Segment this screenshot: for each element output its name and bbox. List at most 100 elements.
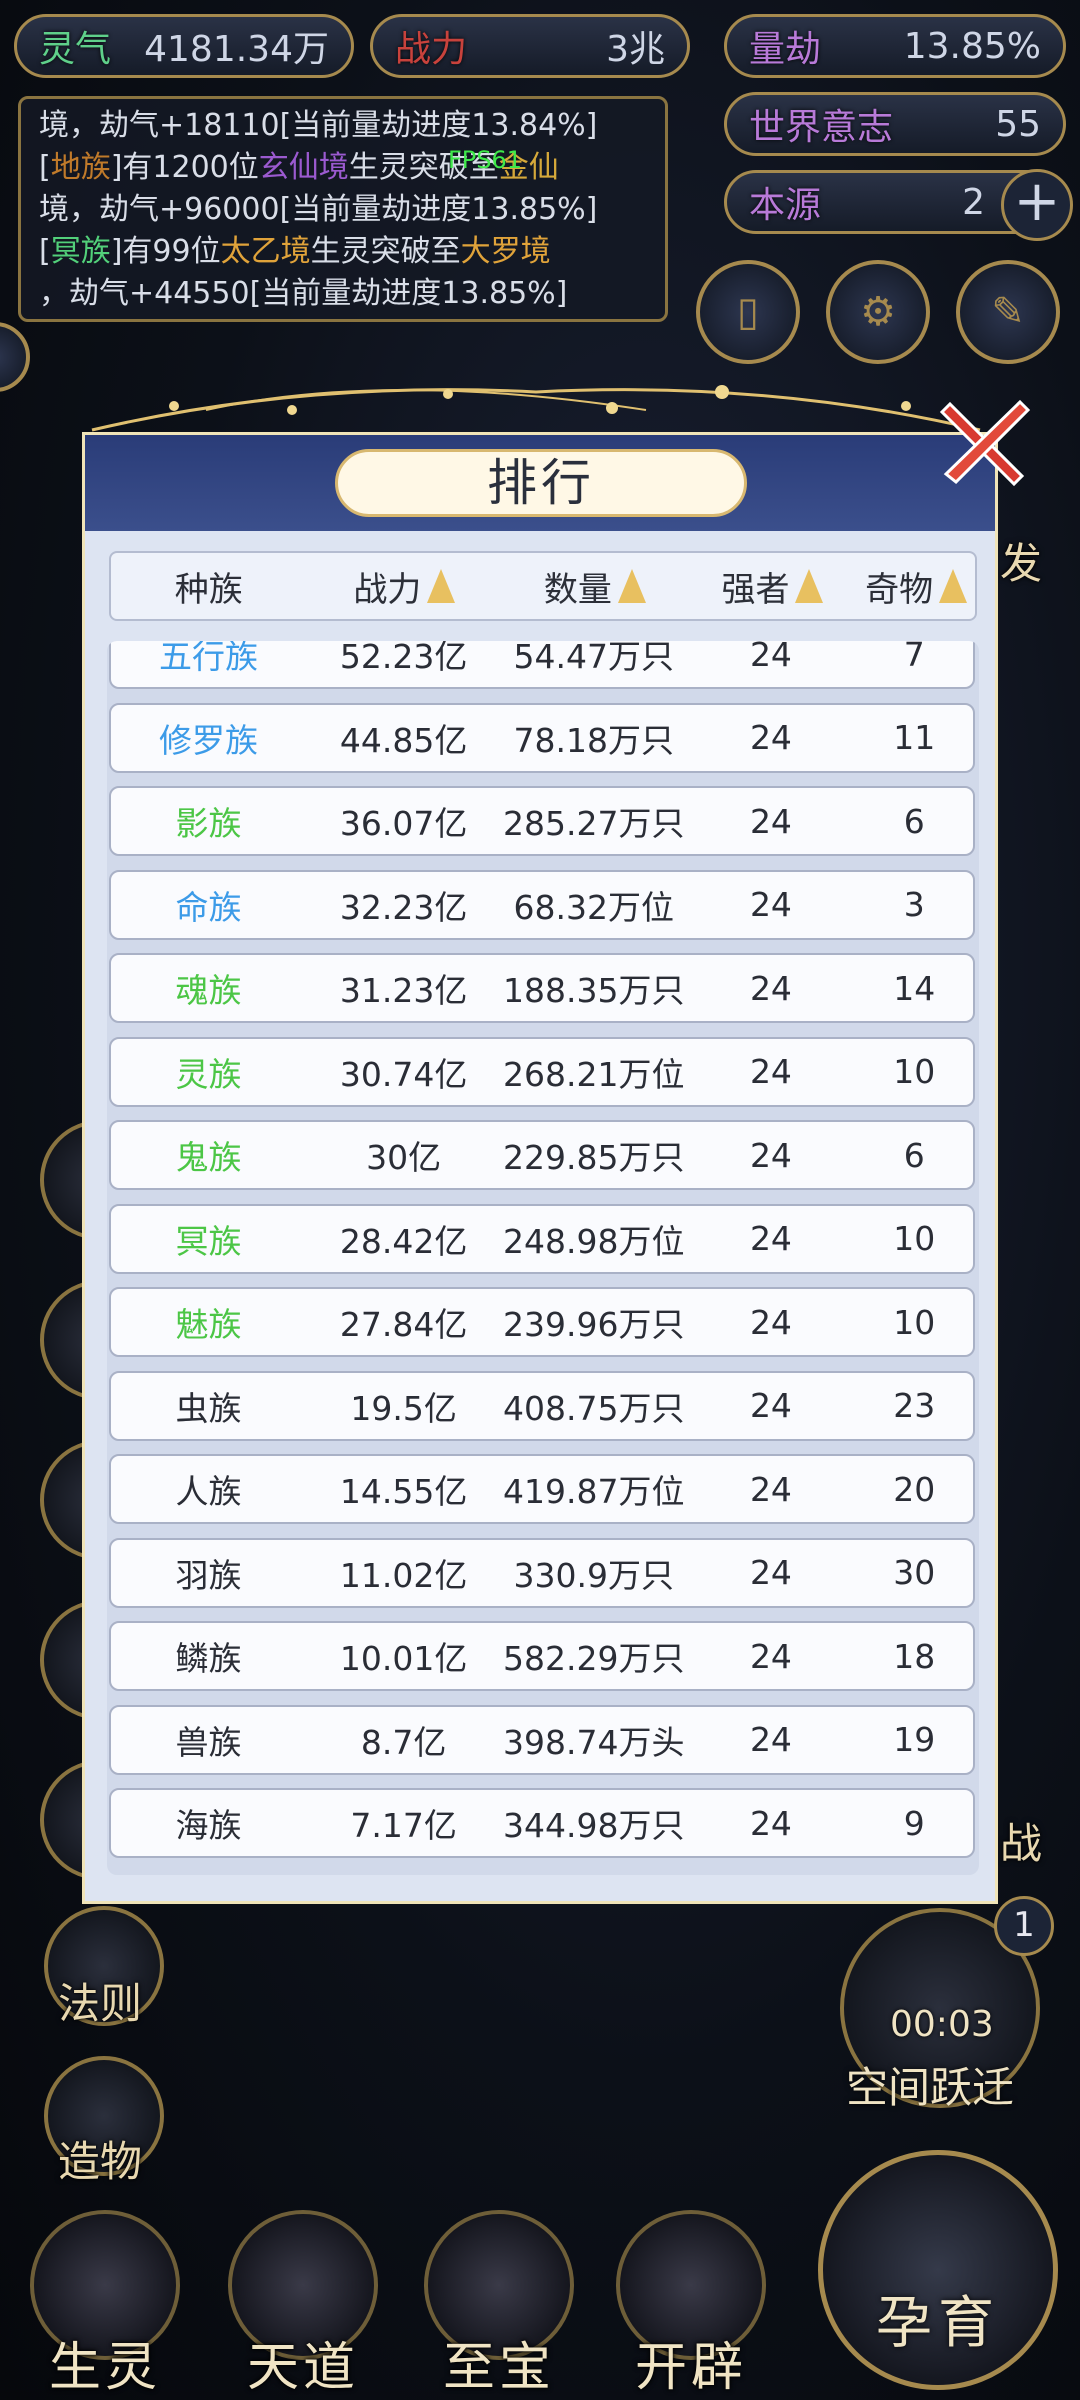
ranking-row[interactable]: 人族 14.55亿 419.87万位 24 20 xyxy=(109,1454,975,1524)
nav-zhibao[interactable]: 至宝 xyxy=(414,2210,584,2400)
nav-shengling[interactable]: 生灵 xyxy=(20,2210,190,2400)
race-name: 虫族 xyxy=(175,1388,242,1428)
shijie-stat: 世界意志 55 xyxy=(724,92,1066,156)
race-items: 19 xyxy=(893,1720,936,1759)
race-power: 27.84亿 xyxy=(339,1305,468,1344)
sort-arrow-icon xyxy=(939,569,968,603)
ranking-row[interactable]: 鳞族 10.01亿 582.29万只 24 18 xyxy=(109,1621,975,1691)
race-items: 6 xyxy=(903,1135,925,1175)
log-line: [冥族]有99位太乙境生灵突破至大罗境 xyxy=(39,234,551,269)
add-benyuan-button[interactable]: + xyxy=(1001,169,1073,241)
race-name: 灵族 xyxy=(175,1054,242,1094)
race-count: 344.98万只 xyxy=(503,1806,685,1845)
event-log: 境，劫气+18110[当前量劫进度13.84%] [地族]有1200位玄仙境生灵… xyxy=(18,96,668,322)
ranking-row[interactable]: 虫族 19.5亿 408.75万只 24 23 xyxy=(109,1370,975,1441)
race-strong: 24 xyxy=(749,1803,792,1843)
race-name: 鬼族 xyxy=(175,1138,242,1177)
log-line: 境，劫气+96000[当前量劫进度13.85%] xyxy=(39,192,598,227)
log-line: [地族]有1200位玄仙境生灵突破至金仙 xyxy=(39,150,559,185)
zhanli-label: 战力 xyxy=(395,29,468,70)
ranking-row[interactable]: 修罗族 44.85亿 78.18万只 24 11 xyxy=(109,702,975,773)
ranking-modal: 排行 种族 战力 数量 强者 奇物 五行族 52.23亿 54.47万只 24 7 修罗族… xyxy=(82,432,998,1904)
ranking-row[interactable]: 影族 36.07亿 285.27万只 24 6 xyxy=(109,786,975,856)
nurture-button[interactable]: 孕育 xyxy=(818,2150,1058,2390)
race-power: 44.85亿 xyxy=(339,720,468,760)
ranking-row[interactable]: 命族 32.23亿 68.32万位 24 3 xyxy=(109,869,975,940)
race-count: 229.85万只 xyxy=(503,1138,685,1177)
ranking-row[interactable]: 灵族 30.74亿 268.21万位 24 10 xyxy=(109,1036,975,1107)
scroll-icon[interactable]: ✎ xyxy=(956,260,1060,364)
race-count: 330.9万只 xyxy=(513,1555,674,1595)
nav-label: 天道 xyxy=(246,2338,359,2398)
space-jump-label[interactable]: 空间跃迁 xyxy=(846,2054,1014,2115)
close-icon[interactable] xyxy=(936,394,1032,490)
race-count: 78.18万只 xyxy=(513,720,674,760)
race-items: 11 xyxy=(893,718,936,757)
race-count: 268.21万位 xyxy=(503,1054,685,1094)
race-strong: 24 xyxy=(749,1720,792,1759)
race-strong: 24 xyxy=(749,885,792,924)
race-name: 人族 xyxy=(175,1472,242,1511)
liangjie-label: 量劫 xyxy=(749,29,822,70)
ranking-row[interactable]: 五行族 52.23亿 54.47万只 24 7 xyxy=(109,641,975,689)
ranking-row[interactable]: 羽族 11.02亿 330.9万只 24 30 xyxy=(109,1537,975,1608)
side-label-fa[interactable]: 发 xyxy=(1000,530,1042,591)
benyuan-label: 本源 xyxy=(749,185,822,226)
race-power: 11.02亿 xyxy=(339,1555,468,1595)
liangjie-value: 13.85% xyxy=(903,25,1041,67)
race-name: 命族 xyxy=(175,887,242,927)
side-label-zhan[interactable]: 战 xyxy=(1000,1810,1042,1871)
race-items: 18 xyxy=(893,1636,936,1676)
ranking-row[interactable]: 鬼族 30亿 229.85万只 24 6 xyxy=(109,1120,975,1190)
race-strong: 24 xyxy=(749,1052,792,1091)
law-label[interactable]: 法则 xyxy=(58,1970,142,2031)
race-name: 海族 xyxy=(175,1806,242,1845)
race-name: 影族 xyxy=(175,804,242,843)
ranking-row[interactable]: 魅族 27.84亿 239.96万只 24 10 xyxy=(109,1287,975,1357)
modal-title: 排行 xyxy=(335,449,747,517)
sort-by-power[interactable]: 战力 xyxy=(307,562,503,611)
race-power: 52.23亿 xyxy=(339,641,468,676)
edge-toggle-icon[interactable]: ‹ xyxy=(0,322,30,392)
race-name: 羽族 xyxy=(175,1555,242,1595)
race-strong: 24 xyxy=(749,1386,792,1425)
race-items: 9 xyxy=(903,1803,925,1843)
race-power: 30.74亿 xyxy=(339,1054,468,1094)
race-strong: 24 xyxy=(749,1553,792,1592)
race-strong: 24 xyxy=(749,1219,792,1258)
race-power: 30亿 xyxy=(366,1138,442,1177)
ranking-row[interactable]: 兽族 8.7亿 398.74万头 24 19 xyxy=(109,1704,975,1775)
ranking-row[interactable]: 冥族 28.42亿 248.98万位 24 10 xyxy=(109,1203,975,1274)
sort-by-strong[interactable]: 强者 xyxy=(688,562,858,611)
sort-arrow-icon xyxy=(427,569,456,603)
settings-gear-icon[interactable]: ⚙ xyxy=(826,260,930,364)
race-items: 30 xyxy=(893,1553,936,1592)
race-power: 32.23亿 xyxy=(339,887,468,927)
ranking-row[interactable]: 魂族 31.23亿 188.35万只 24 14 xyxy=(109,953,975,1023)
card-icon[interactable]: ▯ xyxy=(696,260,800,364)
race-power: 10.01亿 xyxy=(339,1639,468,1678)
sort-by-items[interactable]: 奇物 xyxy=(857,562,975,611)
sort-by-count[interactable]: 数量 xyxy=(502,562,688,611)
nav-kaipi[interactable]: 开辟 xyxy=(606,2210,776,2400)
race-strong: 24 xyxy=(749,1135,792,1175)
header-race: 种族 xyxy=(174,569,243,610)
race-power: 31.23亿 xyxy=(339,971,468,1010)
lingqi-label: 灵气 xyxy=(39,29,112,70)
creation-label[interactable]: 造物 xyxy=(58,2128,142,2189)
race-strong: 24 xyxy=(749,718,792,757)
lingqi-stat: 灵气 4181.34万 xyxy=(14,14,354,78)
race-count: 419.87万位 xyxy=(503,1472,685,1511)
nav-tiandao[interactable]: 天道 xyxy=(218,2210,388,2400)
nav-label: 开辟 xyxy=(634,2338,747,2398)
ranking-row[interactable]: 海族 7.17亿 344.98万只 24 9 xyxy=(109,1788,975,1858)
race-items: 23 xyxy=(893,1386,936,1425)
benyuan-value: 2 xyxy=(962,181,985,223)
space-jump-badge: 1 xyxy=(994,1896,1054,1956)
race-items: 6 xyxy=(903,801,925,841)
race-items: 10 xyxy=(893,1302,936,1342)
race-power: 7.17亿 xyxy=(350,1806,457,1845)
sort-arrow-icon xyxy=(617,569,646,603)
ranking-list[interactable]: 五行族 52.23亿 54.47万只 24 7 修罗族 44.85亿 78.18万只 24 11 影… xyxy=(107,641,979,1875)
race-name: 修罗族 xyxy=(159,720,259,760)
